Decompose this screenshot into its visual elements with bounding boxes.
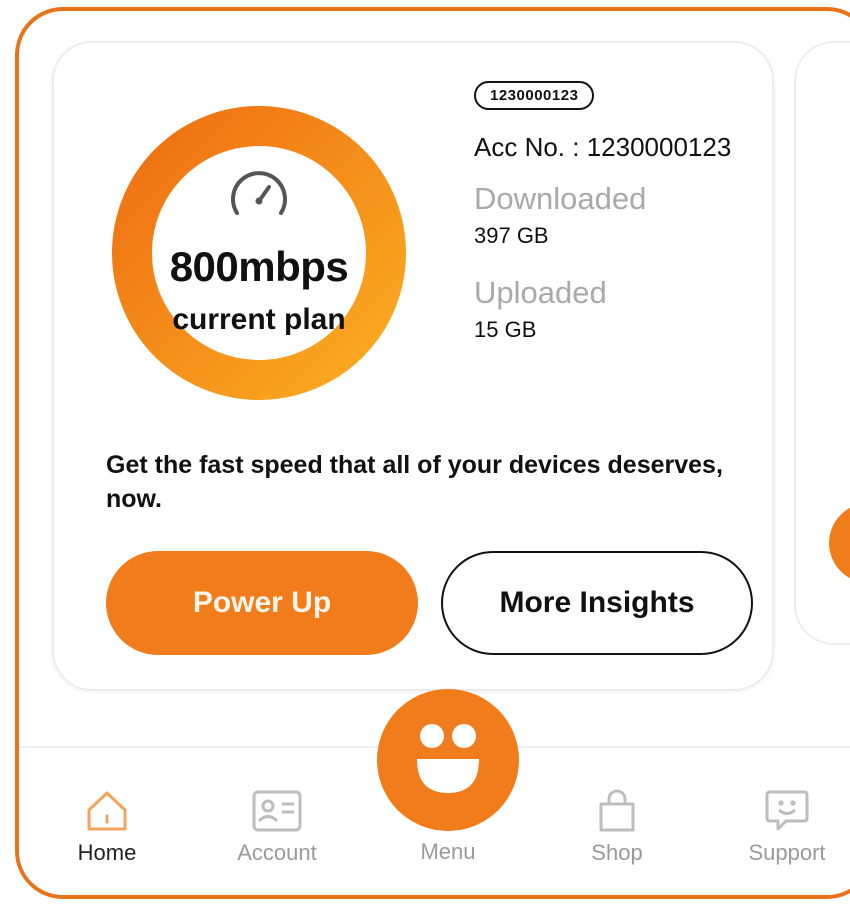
more-insights-button[interactable]: More Insights <box>441 551 753 655</box>
speed-ring: 800mbps current plan <box>109 103 409 403</box>
menu-button[interactable] <box>377 689 519 831</box>
current-plan-label: current plan <box>172 303 346 336</box>
nav-menu-label: Menu <box>420 839 476 864</box>
id-card-icon <box>252 790 302 832</box>
uploaded-label: Uploaded <box>474 275 607 310</box>
next-card-peek[interactable] <box>794 41 850 645</box>
account-number-badge: 1230000123 <box>474 81 595 110</box>
power-up-button[interactable]: Power Up <box>106 551 418 655</box>
uploaded-value: 15 GB <box>474 317 537 342</box>
nav-shop[interactable]: Shop <box>547 788 687 866</box>
speedometer-icon <box>231 171 287 215</box>
nav-home[interactable]: Home <box>37 788 177 866</box>
chat-bubble-smiley-icon <box>765 790 809 831</box>
home-icon <box>87 791 127 831</box>
nav-support-label: Support <box>748 840 826 865</box>
nav-home-label: Home <box>77 840 137 865</box>
shopping-bag-icon <box>599 789 635 832</box>
downloaded-value: 397 GB <box>474 223 549 248</box>
nav-support[interactable]: Support <box>717 788 850 866</box>
next-card-accent <box>829 503 850 583</box>
promo-text: Get the fast speed that all of your devi… <box>106 451 723 513</box>
account-number: Acc No. : 1230000123 <box>474 132 732 162</box>
plan-card: 800mbps current plan 1230000123 Acc No. … <box>52 41 774 691</box>
usage-info: 1230000123 Acc No. : 1230000123 Download… <box>474 81 774 343</box>
downloaded-label: Downloaded <box>474 181 647 216</box>
nav-account-label: Account <box>237 840 317 865</box>
smiley-icon <box>417 724 479 793</box>
app-frame: 800mbps current plan 1230000123 Acc No. … <box>15 7 850 899</box>
current-speed: 800mbps <box>169 243 349 290</box>
nav-account[interactable]: Account <box>207 788 347 866</box>
nav-shop-label: Shop <box>591 840 643 865</box>
